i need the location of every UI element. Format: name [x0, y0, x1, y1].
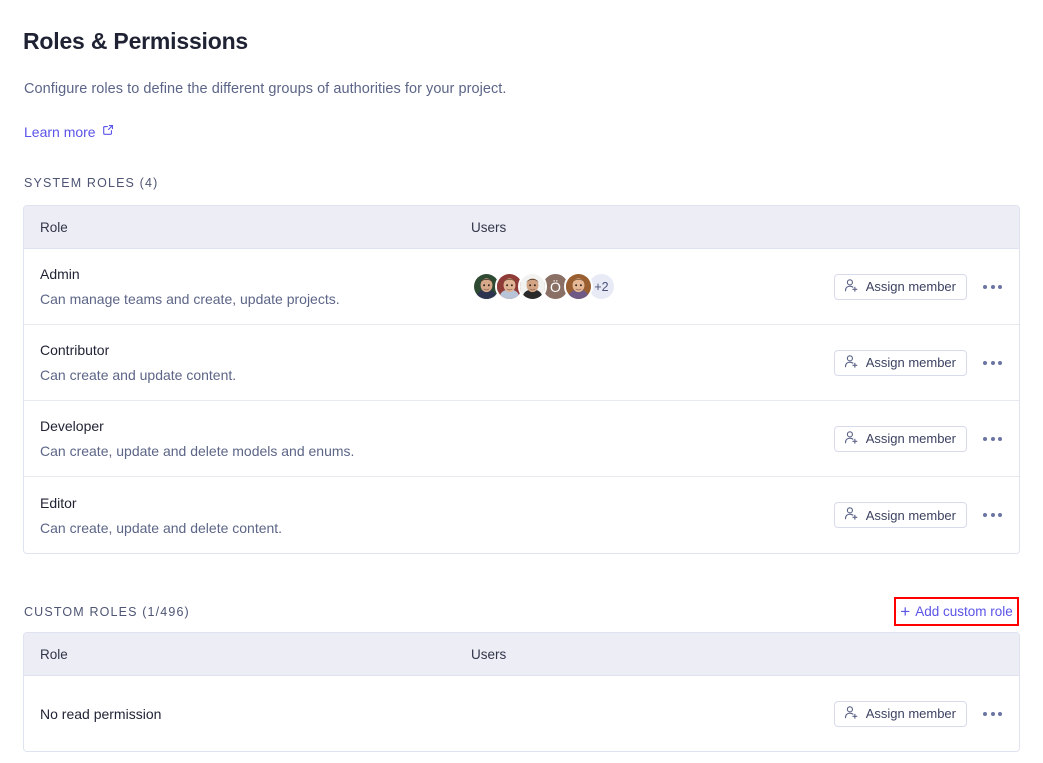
role-name: Developer	[40, 418, 471, 434]
row-actions: Assign member	[834, 502, 1005, 528]
row-actions: Assign member	[834, 274, 1005, 300]
plus-icon: +	[900, 603, 910, 620]
assign-member-label: Assign member	[866, 279, 956, 294]
table-row[interactable]: Developer Can create, update and delete m…	[24, 401, 1019, 477]
more-horizontal-icon[interactable]	[980, 706, 1005, 722]
row-actions: Assign member	[834, 701, 1005, 727]
more-horizontal-icon[interactable]	[980, 279, 1005, 295]
avatar	[564, 272, 593, 301]
role-cell: No read permission	[24, 706, 471, 722]
table-row[interactable]: Admin Can manage teams and create, update…	[24, 249, 1019, 325]
assign-member-label: Assign member	[866, 355, 956, 370]
role-cell: Contributor Can create and update content…	[24, 342, 471, 383]
table-row[interactable]: No read permission Assign member	[24, 676, 1019, 751]
role-description: Can create and update content.	[40, 367, 471, 383]
role-cell: Admin Can manage teams and create, update…	[24, 266, 471, 307]
learn-more-label: Learn more	[24, 124, 96, 140]
avatar-group: Ö+2	[472, 272, 616, 301]
person-add-icon	[844, 278, 859, 296]
role-cell: Developer Can create, update and delete m…	[24, 418, 471, 459]
table-row[interactable]: Editor Can create, update and delete cont…	[24, 477, 1019, 553]
learn-more-link[interactable]: Learn more	[24, 123, 114, 141]
avatar	[518, 272, 547, 301]
assign-member-label: Assign member	[866, 508, 956, 523]
add-custom-role-highlight: + Add custom role	[894, 597, 1019, 626]
person-add-icon	[844, 705, 859, 723]
more-horizontal-icon[interactable]	[980, 355, 1005, 371]
table-header-row: Role Users	[24, 206, 1019, 249]
custom-roles-table: Role Users No read permission Assign memb…	[23, 632, 1020, 752]
role-name: Admin	[40, 266, 471, 282]
column-header-role: Role	[24, 647, 471, 662]
external-link-icon	[102, 123, 114, 141]
column-header-role: Role	[24, 220, 471, 235]
role-cell: Editor Can create, update and delete cont…	[24, 495, 471, 536]
assign-member-button[interactable]: Assign member	[834, 350, 967, 376]
more-horizontal-icon[interactable]	[980, 507, 1005, 523]
role-description: Can create, update and delete content.	[40, 520, 471, 536]
assign-member-button[interactable]: Assign member	[834, 274, 967, 300]
role-description: Can manage teams and create, update proj…	[40, 291, 471, 307]
table-header-row: Role Users	[24, 633, 1019, 676]
page-subtitle: Configure roles to define the different …	[24, 81, 506, 97]
assign-member-button[interactable]: Assign member	[834, 426, 967, 452]
custom-roles-section-label: CUSTOM ROLES (1/496)	[24, 605, 190, 619]
person-add-icon	[844, 506, 859, 524]
row-actions: Assign member	[834, 426, 1005, 452]
table-row[interactable]: Contributor Can create and update content…	[24, 325, 1019, 401]
add-custom-role-label: Add custom role	[915, 604, 1013, 619]
add-custom-role-button[interactable]: + Add custom role	[900, 603, 1012, 620]
role-name: No read permission	[40, 706, 471, 722]
more-horizontal-icon[interactable]	[980, 431, 1005, 447]
assign-member-button[interactable]: Assign member	[834, 701, 967, 727]
assign-member-label: Assign member	[866, 706, 956, 721]
assign-member-button[interactable]: Assign member	[834, 502, 967, 528]
system-roles-section-label: SYSTEM ROLES (4)	[24, 176, 158, 190]
page-title: Roles & Permissions	[23, 28, 248, 55]
column-header-users: Users	[471, 220, 591, 235]
assign-member-label: Assign member	[866, 431, 956, 446]
role-name: Editor	[40, 495, 471, 511]
system-roles-table: Role Users Admin Can manage teams and cre…	[23, 205, 1020, 554]
role-description: Can create, update and delete models and…	[40, 443, 471, 459]
role-name: Contributor	[40, 342, 471, 358]
row-actions: Assign member	[834, 350, 1005, 376]
person-add-icon	[844, 430, 859, 448]
column-header-users: Users	[471, 647, 591, 662]
person-add-icon	[844, 354, 859, 372]
roles-permissions-page: Roles & Permissions Configure roles to d…	[0, 0, 1043, 763]
